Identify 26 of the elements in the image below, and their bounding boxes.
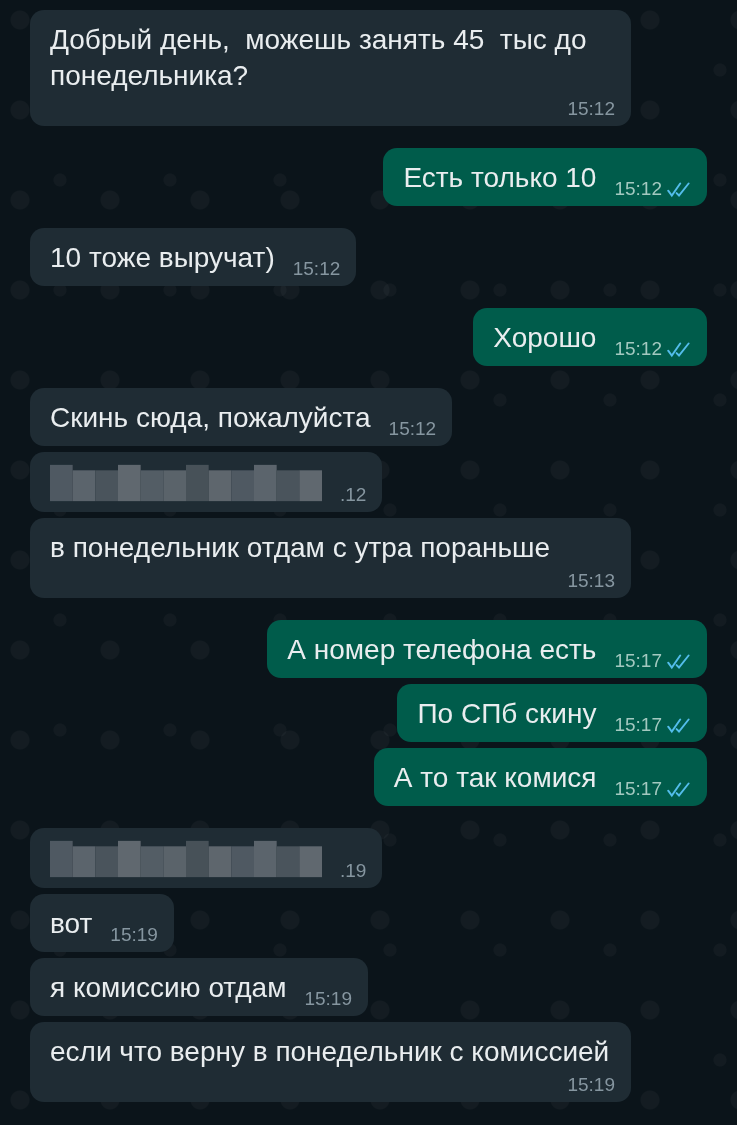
message-time: 15:19 (110, 924, 158, 946)
message-time: 15:12 (292, 258, 341, 280)
message-text: Добрый день, можешь занять 45 тыс до понедельника? (50, 23, 588, 93)
message-text: вот (50, 907, 93, 941)
message-time: 15:13 (567, 570, 615, 592)
message-text: Есть только 10 (403, 161, 597, 195)
message-text: 10 тоже выручат) (50, 241, 275, 275)
message-time: 15:17 (614, 650, 662, 672)
message-text: если что верну в понедельник с комиссией (50, 1035, 610, 1069)
message-time: 15:17 (614, 778, 662, 800)
message-text: в понедельник отдам с утра пораньше (50, 531, 551, 565)
message-time: 15:12 (388, 418, 437, 440)
message-time: .19 (340, 860, 367, 882)
message-text: Хорошо (493, 321, 597, 355)
message-text: По СПб скину (417, 697, 597, 731)
message-time: 15:19 (304, 988, 352, 1010)
message-text: я комиссию отдам (50, 971, 287, 1005)
message-time: 15:12 (567, 98, 615, 120)
message-text: А то так комися (393, 761, 597, 795)
message-text: Скинь сюда, пожалуйста (50, 401, 371, 435)
message-time: 15:19 (567, 1074, 615, 1096)
message-text: А номер телефона есть (287, 633, 597, 667)
message-time: 15:17 (614, 714, 662, 736)
message-time: 15:12 (614, 178, 662, 200)
message-time: .12 (340, 484, 367, 506)
message-time: 15:12 (614, 338, 662, 360)
